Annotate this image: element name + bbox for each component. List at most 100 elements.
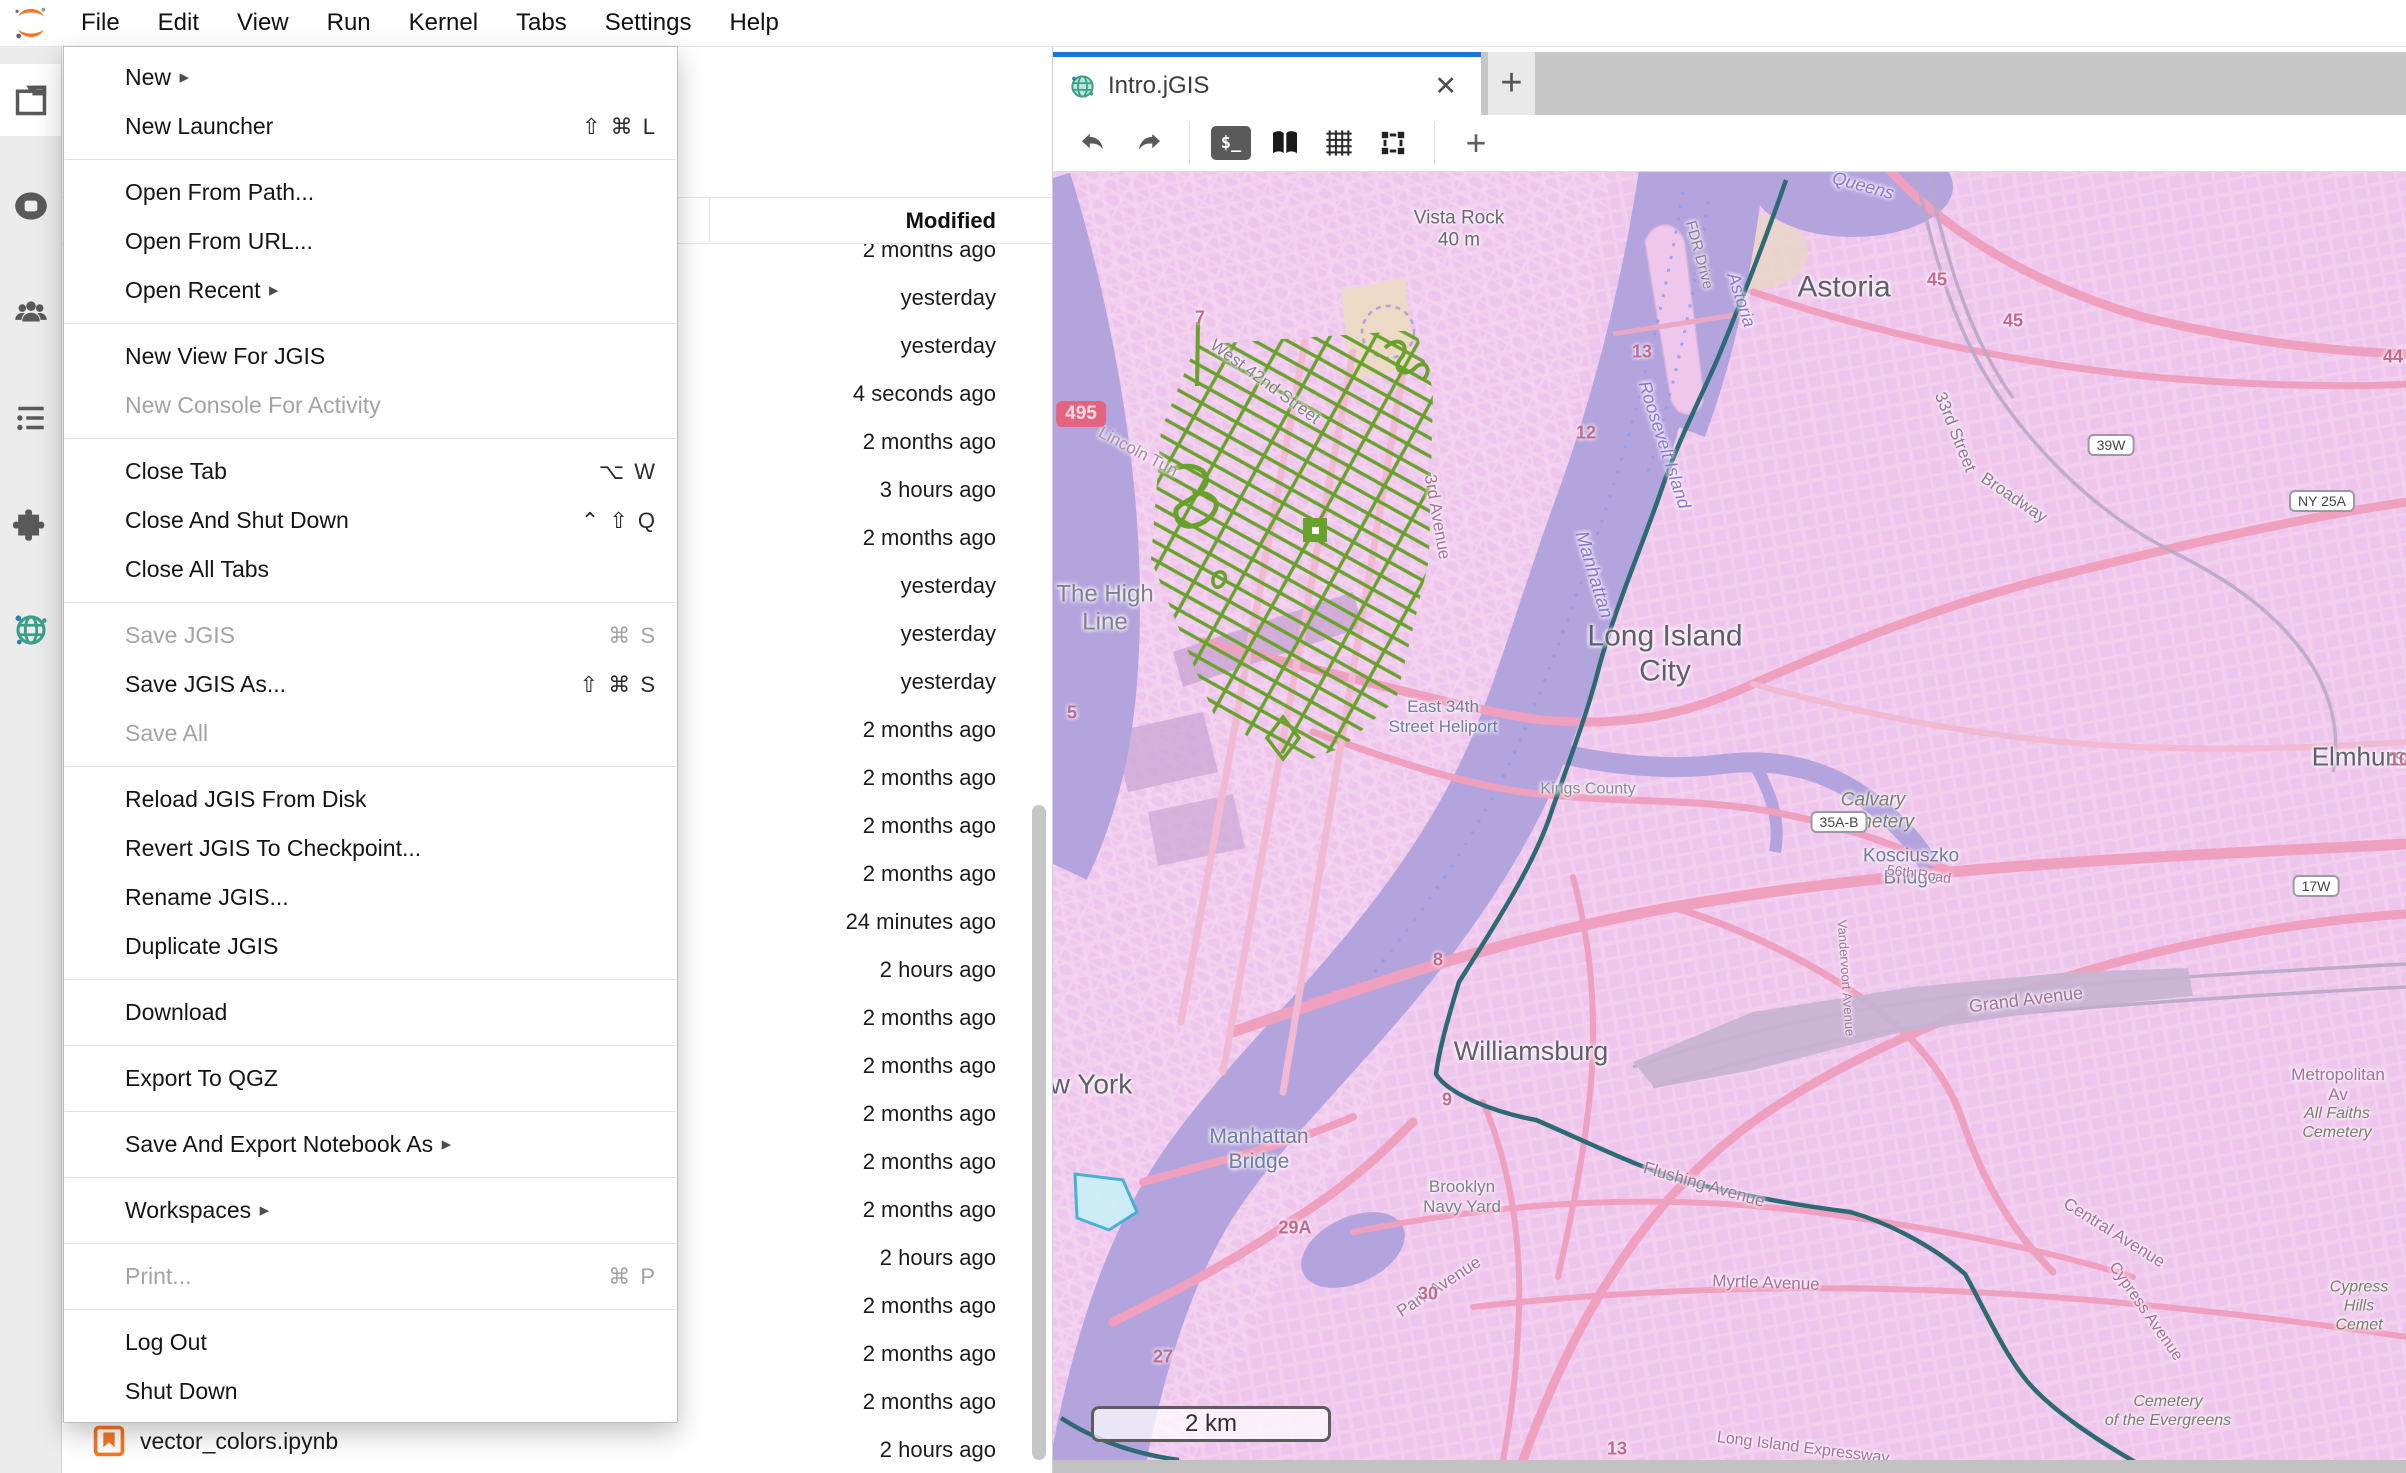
menu-item-label: Save And Export Notebook As <box>125 1131 433 1158</box>
menu-item[interactable]: Workspaces ▸ <box>64 1186 677 1235</box>
menu-item-shortcut: ⇧ ⌘ L <box>582 114 657 140</box>
identify-button[interactable] <box>1262 120 1308 166</box>
menubar-item[interactable]: Run <box>308 0 390 46</box>
modified-timestamp: 2 months ago <box>863 1389 996 1415</box>
jupyter-logo[interactable] <box>0 0 62 46</box>
sidebar-item-files[interactable] <box>0 64 61 136</box>
menu-item[interactable]: Close All Tabs <box>64 545 677 594</box>
modified-timestamp: 2 hours ago <box>880 1245 996 1271</box>
tab-bar: Intro.jGIS ✕ + <box>1053 52 2406 115</box>
column-divider <box>709 197 710 242</box>
menu-item[interactable]: Shut Down <box>64 1367 677 1416</box>
map-label: The High Line <box>1056 581 1153 638</box>
console-button[interactable]: $_ <box>1208 120 1254 166</box>
redo-button[interactable] <box>1125 120 1171 166</box>
add-layer-button[interactable]: + <box>1453 120 1499 166</box>
menu-item-label: Save All <box>125 720 208 747</box>
menubar-item[interactable]: Edit <box>139 0 218 46</box>
toolbar-separator <box>1434 121 1435 165</box>
menu-item[interactable]: Save And Export Notebook As ▸ <box>64 1120 677 1169</box>
tab-intro-jgis[interactable]: Intro.jGIS ✕ <box>1053 52 1481 115</box>
route-ref: 29A <box>1278 1218 1311 1239</box>
sidebar-item-extensions[interactable] <box>0 488 61 560</box>
sidebar-item-table-of-contents[interactable] <box>0 382 61 454</box>
menu-item[interactable]: New ▸ <box>64 53 677 102</box>
menubar-items: File EditViewRunKernelTabs Settings Help <box>62 0 798 46</box>
dock-panel: Intro.jGIS ✕ + $_ + <box>1052 46 2406 1473</box>
menu-item[interactable]: Reload JGIS From Disk <box>64 775 677 824</box>
menubar-item-label: File <box>81 9 120 37</box>
menu-item[interactable]: Save All <box>64 709 677 758</box>
undo-button[interactable] <box>1071 120 1117 166</box>
route-ref: 44 <box>2383 347 2403 368</box>
menu-item[interactable]: Export To QGZ <box>64 1054 677 1103</box>
menu-item[interactable]: Save JGIS ⌘ S <box>64 611 677 660</box>
menubar-item-label: Settings <box>605 9 692 37</box>
submenu-arrow-icon: ▸ <box>261 279 279 302</box>
menu-item-label: Log Out <box>125 1329 207 1356</box>
menu-item-label: Download <box>125 999 227 1026</box>
menu-item-shortcut: ⌘ P <box>608 1264 657 1290</box>
menu-item[interactable]: Log Out <box>64 1318 677 1367</box>
map-label: Astoria <box>1797 269 1890 304</box>
menu-item[interactable]: New Console For Activity <box>64 381 677 430</box>
file-browser-scrollbar[interactable] <box>1032 805 1046 1460</box>
route-ref: 9 <box>1442 1090 1452 1111</box>
file-item-vector-colors[interactable]: vector_colors.ipynb <box>92 1418 338 1464</box>
grid-icon <box>1323 127 1355 159</box>
menubar-item[interactable]: Kernel <box>390 0 497 46</box>
menu-item-label: Rename JGIS... <box>125 884 289 911</box>
map-label: East 34th Street Heliport <box>1389 697 1498 737</box>
menu-item[interactable]: Open Recent ▸ <box>64 266 677 315</box>
menubar-item[interactable]: File <box>62 0 139 46</box>
sidebar-item-collaboration[interactable] <box>0 276 61 348</box>
menu-item[interactable]: Download <box>64 988 677 1037</box>
map-label: Long Island City <box>1587 619 1742 690</box>
close-icon[interactable]: ✕ <box>1426 71 1465 102</box>
menu-item-label: Revert JGIS To Checkpoint... <box>125 835 421 862</box>
route-ref: 5 <box>1067 703 1077 724</box>
menu-item[interactable]: Close Tab ⌥ W <box>64 447 677 496</box>
menu-item[interactable]: Open From URL... <box>64 217 677 266</box>
sidebar-item-jupytergis[interactable] <box>0 594 61 666</box>
menubar-item[interactable]: Help <box>710 0 797 46</box>
menu-item[interactable]: Revert JGIS To Checkpoint... <box>64 824 677 873</box>
modified-timestamp: 24 minutes ago <box>846 909 996 935</box>
menu-item-label: Shut Down <box>125 1378 238 1405</box>
map-label: All Faiths Cemetery <box>2302 1105 2371 1143</box>
new-tab-button[interactable]: + <box>1488 52 1535 115</box>
menu-item[interactable]: Rename JGIS... <box>64 873 677 922</box>
menu-item[interactable]: New Launcher ⇧ ⌘ L <box>64 102 677 151</box>
table-of-contents-icon <box>12 399 50 437</box>
menu-item-label: New Launcher <box>125 113 273 140</box>
extensions-icon <box>12 505 50 543</box>
menubar-item[interactable]: View <box>218 0 308 46</box>
modified-timestamp: 2 months ago <box>863 861 996 887</box>
grid-button[interactable] <box>1316 120 1362 166</box>
menubar-item[interactable]: Tabs <box>497 0 586 46</box>
sidebar-item-running[interactable] <box>0 170 61 242</box>
map-scale-bar: 2 km <box>1091 1406 1331 1442</box>
menu-item[interactable]: New View For JGIS <box>64 332 677 381</box>
route-shield-495: 495 <box>1056 401 1106 427</box>
window-bottom-strip <box>1053 1460 2406 1473</box>
menu-item[interactable]: Duplicate JGIS <box>64 922 677 971</box>
menu-item[interactable]: Save JGIS As... ⇧ ⌘ S <box>64 660 677 709</box>
jupytergis-icon <box>12 611 50 649</box>
modified-timestamp: 2 months ago <box>863 1101 996 1127</box>
left-sidebar <box>0 46 62 1473</box>
menu-item[interactable]: Print... ⌘ P <box>64 1252 677 1301</box>
menu-item[interactable]: Open From Path... <box>64 168 677 217</box>
modified-timestamp: 2 months ago <box>863 813 996 839</box>
route-ref: 27 <box>1153 1347 1173 1368</box>
transform-button[interactable] <box>1370 120 1416 166</box>
map-canvas[interactable]: AstoriaLong Island CityWilliamsburgManha… <box>1053 172 2406 1460</box>
menu-item-label: Duplicate JGIS <box>125 933 278 960</box>
notebook-icon <box>92 1424 126 1458</box>
menu-item-shortcut: ⌥ W <box>599 459 657 485</box>
submenu-arrow-icon: ▸ <box>433 1133 451 1156</box>
menu-item-label: Close All Tabs <box>125 556 269 583</box>
map-label: w York <box>1053 1067 1132 1100</box>
menubar-item[interactable]: Settings <box>586 0 711 46</box>
menu-item[interactable]: Close And Shut Down ⌃ ⇧ Q <box>64 496 677 545</box>
